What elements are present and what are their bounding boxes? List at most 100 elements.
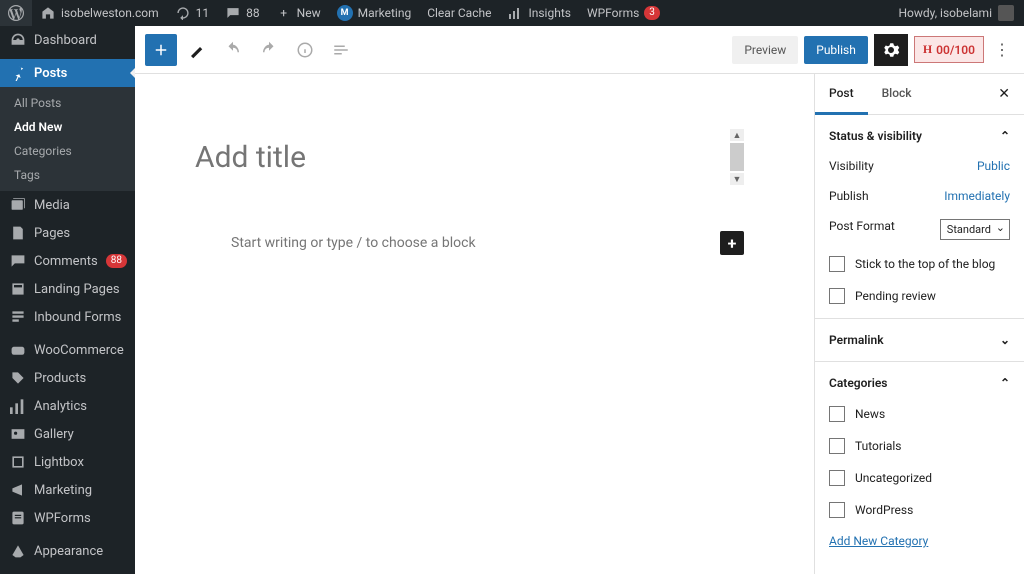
panel-close-button[interactable]: ✕ bbox=[984, 74, 1024, 114]
bars-icon bbox=[507, 5, 523, 21]
insights-menu[interactable]: Insights bbox=[499, 0, 578, 26]
redo-button[interactable] bbox=[253, 34, 285, 66]
sidebar-label-comments: Comments bbox=[34, 254, 98, 269]
headline-score[interactable]: H 00/100 bbox=[914, 36, 984, 63]
submenu-all-posts[interactable]: All Posts bbox=[0, 91, 135, 115]
marketing-menu-top[interactable]: M Marketing bbox=[329, 0, 420, 26]
sidebar-item-wpforms[interactable]: WPForms bbox=[0, 504, 135, 532]
status-visibility-toggle[interactable]: Status & visibility ⌃ bbox=[829, 129, 1010, 143]
sidebar-item-appearance[interactable]: Appearance bbox=[0, 537, 135, 565]
page-icon bbox=[10, 225, 26, 241]
category-checkbox-news[interactable] bbox=[829, 406, 845, 422]
visibility-value[interactable]: Public bbox=[977, 159, 1010, 173]
submenu-add-new[interactable]: Add New bbox=[0, 115, 135, 139]
comments-count-top: 88 bbox=[246, 6, 260, 20]
scroll-track[interactable] bbox=[730, 143, 744, 171]
admin-bar-left: isobelweston.com 11 88 + New M Marketing… bbox=[0, 0, 668, 26]
admin-bar-right[interactable]: Howdy, isobelami bbox=[898, 5, 1014, 21]
chevron-up-icon: ⌃ bbox=[1000, 129, 1010, 143]
post-body-placeholder[interactable]: Start writing or type / to choose a bloc… bbox=[231, 235, 720, 251]
sidebar-item-lightbox[interactable]: Lightbox bbox=[0, 448, 135, 476]
comments-menu[interactable]: 88 bbox=[217, 0, 268, 26]
clear-cache-menu[interactable]: Clear Cache bbox=[419, 0, 499, 26]
categories-section: Categories ⌃ News Tutorials Uncategorize… bbox=[815, 362, 1024, 562]
sidebar-item-woo[interactable]: WooCommerce bbox=[0, 336, 135, 364]
sidebar-item-analytics[interactable]: Analytics bbox=[0, 392, 135, 420]
sidebar-item-comments[interactable]: Comments 88 bbox=[0, 247, 135, 275]
tools-button[interactable] bbox=[181, 34, 213, 66]
wp-logo-menu[interactable] bbox=[0, 0, 32, 26]
lightbox-icon bbox=[10, 454, 26, 470]
sidebar-label-posts: Posts bbox=[34, 66, 67, 81]
greeting: Howdy, isobelami bbox=[898, 6, 992, 20]
category-checkbox-uncategorized[interactable] bbox=[829, 470, 845, 486]
marketing-icon: M bbox=[337, 5, 353, 21]
adminbar-clearcache: Clear Cache bbox=[427, 6, 491, 20]
permalink-label: Permalink bbox=[829, 333, 884, 347]
post-title-input[interactable] bbox=[195, 140, 724, 175]
chevron-down-icon: ⌄ bbox=[1000, 333, 1010, 347]
wpforms-menu-top[interactable]: WPForms 3 bbox=[579, 0, 668, 26]
sidebar-label-inbound: Inbound Forms bbox=[34, 310, 121, 325]
category-checkbox-tutorials[interactable] bbox=[829, 438, 845, 454]
add-block-inline-button[interactable]: + bbox=[720, 231, 744, 255]
sidebar-item-posts[interactable]: Posts bbox=[0, 59, 135, 87]
scroll-up-icon[interactable]: ▲ bbox=[730, 129, 744, 141]
document-area[interactable]: ▲ ▼ Start writing or type / to choose a … bbox=[135, 74, 814, 574]
stick-checkbox[interactable] bbox=[829, 256, 845, 272]
analytics-icon bbox=[10, 398, 26, 414]
pending-checkbox[interactable] bbox=[829, 288, 845, 304]
outline-button[interactable] bbox=[325, 34, 357, 66]
comment-icon bbox=[225, 5, 241, 21]
categories-label: Categories bbox=[829, 376, 887, 390]
sidebar-item-pages[interactable]: Pages bbox=[0, 219, 135, 247]
chevron-up-icon: ⌃ bbox=[1000, 376, 1010, 390]
add-category-link[interactable]: Add New Category bbox=[829, 534, 928, 548]
sidebar-item-inbound[interactable]: Inbound Forms bbox=[0, 303, 135, 331]
updates-count: 11 bbox=[196, 6, 210, 20]
site-name-menu[interactable]: isobelweston.com bbox=[32, 0, 167, 26]
posts-submenu: All Posts Add New Categories Tags bbox=[0, 87, 135, 191]
category-tutorials: Tutorials bbox=[855, 439, 902, 453]
products-icon bbox=[10, 370, 26, 386]
media-icon bbox=[10, 197, 26, 213]
sidebar-item-dashboard[interactable]: Dashboard bbox=[0, 26, 135, 54]
sidebar-label-media: Media bbox=[34, 198, 70, 213]
submenu-tags[interactable]: Tags bbox=[0, 163, 135, 187]
title-scroll: ▲ ▼ bbox=[730, 129, 744, 185]
dashboard-icon bbox=[10, 32, 26, 48]
submenu-categories[interactable]: Categories bbox=[0, 139, 135, 163]
comment-icon bbox=[10, 253, 26, 269]
publish-value[interactable]: Immediately bbox=[944, 189, 1010, 203]
undo-button[interactable] bbox=[217, 34, 249, 66]
sidebar-item-gallery[interactable]: Gallery bbox=[0, 420, 135, 448]
sidebar-label-pages: Pages bbox=[34, 226, 70, 241]
categories-toggle[interactable]: Categories ⌃ bbox=[829, 376, 1010, 390]
sidebar-item-products[interactable]: Products bbox=[0, 364, 135, 392]
category-checkbox-wordpress[interactable] bbox=[829, 502, 845, 518]
permalink-toggle[interactable]: Permalink ⌄ bbox=[829, 333, 1010, 347]
add-block-button[interactable] bbox=[145, 34, 177, 66]
tab-post[interactable]: Post bbox=[815, 74, 868, 115]
info-button[interactable] bbox=[289, 34, 321, 66]
post-format-select[interactable]: Standard bbox=[940, 219, 1010, 240]
new-content-menu[interactable]: + New bbox=[268, 0, 329, 26]
sidebar-label-woo: WooCommerce bbox=[34, 343, 124, 358]
tab-block[interactable]: Block bbox=[868, 74, 926, 114]
sidebar-item-landing[interactable]: Landing Pages bbox=[0, 275, 135, 303]
pending-label: Pending review bbox=[855, 289, 936, 303]
more-options-button[interactable]: ⋮ bbox=[990, 34, 1014, 66]
permalink-section: Permalink ⌄ bbox=[815, 319, 1024, 362]
preview-button[interactable]: Preview bbox=[732, 36, 798, 64]
publish-button[interactable]: Publish bbox=[804, 36, 868, 64]
sidebar-item-media[interactable]: Media bbox=[0, 191, 135, 219]
settings-button[interactable] bbox=[874, 34, 908, 66]
editor-canvas: ▲ ▼ Start writing or type / to choose a … bbox=[135, 74, 1024, 574]
hscore-value: 00/100 bbox=[936, 43, 975, 57]
admin-bar: isobelweston.com 11 88 + New M Marketing… bbox=[0, 0, 1024, 26]
updates-menu[interactable]: 11 bbox=[167, 0, 218, 26]
plus-icon: + bbox=[276, 5, 292, 21]
category-uncategorized: Uncategorized bbox=[855, 471, 932, 485]
scroll-down-icon[interactable]: ▼ bbox=[730, 173, 744, 185]
sidebar-item-marketing[interactable]: Marketing bbox=[0, 476, 135, 504]
